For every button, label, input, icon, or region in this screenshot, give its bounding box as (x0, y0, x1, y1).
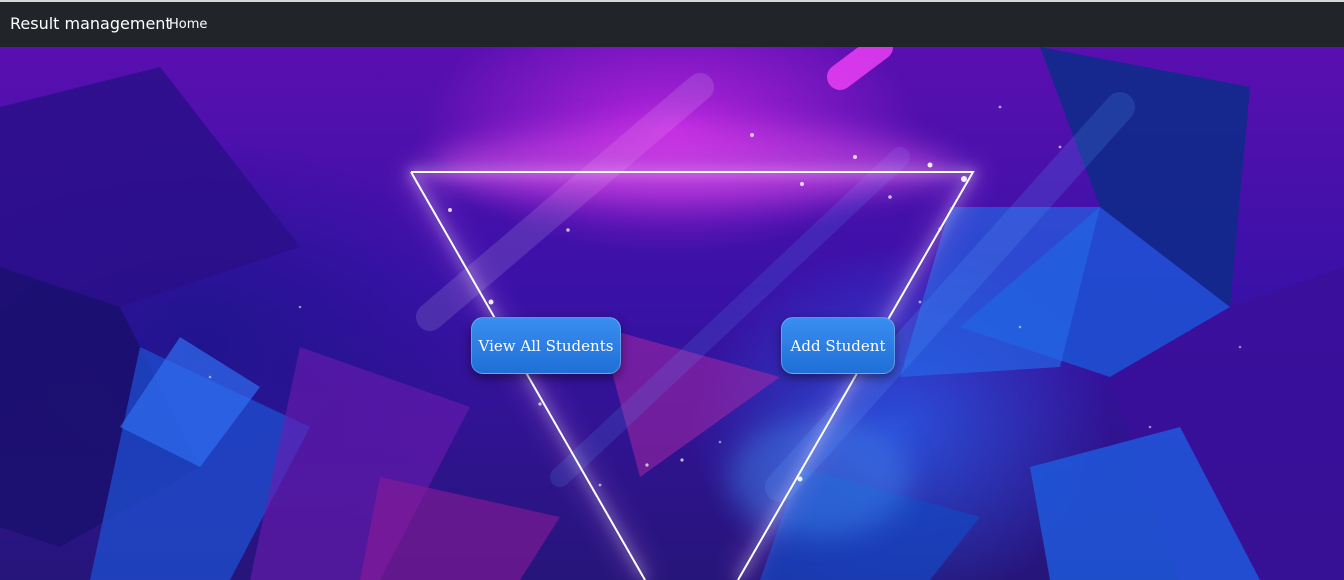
view-all-students-button[interactable]: View All Students (471, 317, 621, 374)
hero-background-art (0, 47, 1344, 580)
add-student-button[interactable]: Add Student (781, 317, 895, 374)
brand-title[interactable]: Result management (10, 14, 172, 33)
hero-banner: View All Students Add Student (0, 47, 1344, 580)
nav-link-home[interactable]: Home (169, 17, 207, 32)
top-navbar: Result management Home (0, 0, 1344, 47)
